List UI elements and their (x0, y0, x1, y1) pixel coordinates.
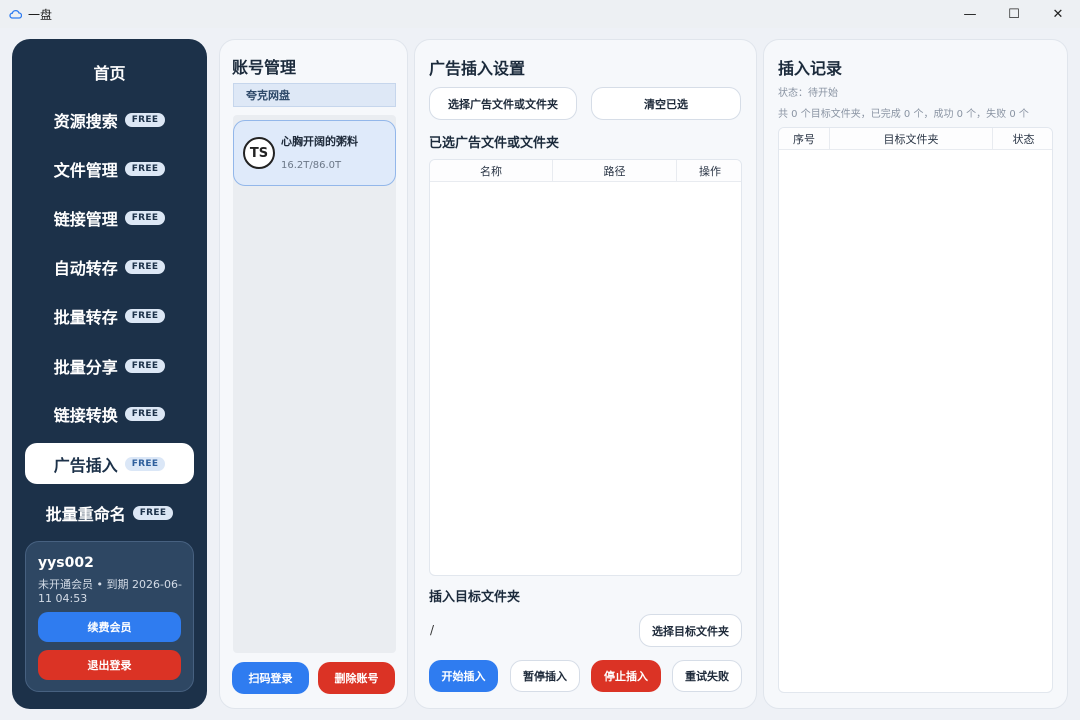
nav-resource-search[interactable]: 资源搜索 FREE (25, 99, 194, 140)
nav-batch-transfer[interactable]: 批量转存 FREE (25, 295, 194, 336)
selected-files-table: 名称 路径 操作 (429, 159, 742, 576)
column-path[interactable]: 路径 (553, 160, 677, 182)
nav-home-label: 首页 (93, 63, 126, 83)
free-badge: FREE (124, 406, 166, 421)
account-card[interactable]: TS 心胸开阔的粥料 16.2T/86.0T (233, 120, 396, 186)
start-insert-button[interactable]: 开始插入 (429, 660, 498, 692)
user-card: yys002 未开通会员 • 到期 2026-06-11 04:53 续费会员 … (25, 541, 194, 692)
title-bar: 一盘 — ☐ ✕ (0, 0, 1080, 28)
storage-usage: 16.2T/86.0T (281, 160, 342, 171)
column-action[interactable]: 操作 (677, 160, 741, 182)
delete-account-button[interactable]: 删除账号 (318, 662, 395, 694)
nav-label: 批量重命名 (45, 504, 126, 524)
column-target-folder[interactable]: 目标文件夹 (830, 128, 993, 150)
nav-link-management[interactable]: 链接管理 FREE (25, 197, 194, 238)
free-badge: FREE (124, 210, 166, 225)
account-panel-title: 账号管理 (232, 58, 297, 77)
nav-label: 链接转换 (53, 405, 118, 425)
column-index[interactable]: 序号 (779, 128, 830, 150)
minimize-button[interactable]: — (948, 0, 992, 28)
retry-failed-button[interactable]: 重试失败 (672, 660, 742, 692)
window-title: 一盘 (28, 7, 53, 22)
nav-ad-insert[interactable]: 广告插入 FREE (25, 443, 194, 484)
stop-insert-button[interactable]: 停止插入 (591, 660, 661, 692)
table-header: 序号 目标文件夹 状态 (779, 128, 1052, 150)
nav-batch-share[interactable]: 批量分享 FREE (25, 345, 194, 386)
logout-button[interactable]: 退出登录 (38, 650, 181, 680)
maximize-button[interactable]: ☐ (992, 0, 1036, 28)
column-name[interactable]: 名称 (430, 160, 553, 182)
membership-info: 未开通会员 • 到期 2026-06-11 04:53 (38, 578, 182, 605)
table-header: 名称 路径 操作 (430, 160, 741, 182)
column-status[interactable]: 状态 (993, 128, 1052, 150)
free-badge: FREE (124, 308, 166, 323)
sidebar: 首页 资源搜索 FREE 文件管理 FREE 链接管理 FREE 自动转存 FR… (12, 39, 207, 709)
insert-log-title: 插入记录 (778, 59, 843, 78)
renew-membership-button[interactable]: 续费会员 (38, 612, 181, 642)
target-folder-path: / (430, 623, 435, 637)
cloud-icon (9, 8, 22, 21)
free-badge: FREE (124, 259, 166, 274)
nav-home[interactable]: 首页 (25, 51, 194, 92)
free-badge: FREE (132, 505, 174, 520)
selected-files-heading: 已选广告文件或文件夹 (429, 136, 560, 151)
nav-label: 链接管理 (53, 209, 118, 229)
user-name: yys002 (38, 555, 94, 571)
insert-log-panel: 插入记录 状态：待开始 共 0 个目标文件夹，已完成 0 个，成功 0 个，失败… (763, 39, 1068, 709)
nav-label: 批量分享 (53, 357, 118, 377)
close-button[interactable]: ✕ (1036, 0, 1080, 28)
insert-log-table: 序号 目标文件夹 状态 (778, 127, 1053, 693)
nav-label: 自动转存 (53, 258, 118, 278)
nav-link-convert[interactable]: 链接转换 FREE (25, 393, 194, 434)
free-badge: FREE (124, 112, 166, 127)
nav-batch-rename[interactable]: 批量重命名 FREE (25, 492, 194, 533)
account-panel: 账号管理 夸克网盘 TS 心胸开阔的粥料 16.2T/86.0T 扫码登录 删除… (219, 39, 408, 709)
scan-login-button[interactable]: 扫码登录 (232, 662, 309, 694)
nav-label: 资源搜索 (53, 111, 118, 131)
select-target-folder-button[interactable]: 选择目标文件夹 (639, 614, 742, 647)
free-badge: FREE (124, 358, 166, 373)
nav-file-management[interactable]: 文件管理 FREE (25, 148, 194, 189)
account-list: TS 心胸开阔的粥料 16.2T/86.0T (233, 115, 396, 653)
insert-summary: 共 0 个目标文件夹，已完成 0 个，成功 0 个，失败 0 个 (778, 109, 1029, 120)
nav-label: 广告插入 (53, 455, 118, 475)
select-ad-files-button[interactable]: 选择广告文件或文件夹 (429, 87, 577, 120)
tab-quark-drive[interactable]: 夸克网盘 (233, 83, 396, 107)
free-badge: FREE (124, 456, 166, 471)
clear-selected-button[interactable]: 清空已选 (591, 87, 741, 120)
nav-label: 文件管理 (53, 160, 118, 180)
ad-settings-panel: 广告插入设置 选择广告文件或文件夹 清空已选 已选广告文件或文件夹 名称 路径 … (414, 39, 757, 709)
nav-auto-transfer[interactable]: 自动转存 FREE (25, 246, 194, 287)
account-name: 心胸开阔的粥料 (281, 135, 358, 148)
target-folder-heading: 插入目标文件夹 (429, 590, 521, 605)
nav-label: 批量转存 (53, 307, 118, 327)
insert-status: 状态：待开始 (778, 88, 838, 99)
free-badge: FREE (124, 161, 166, 176)
ad-settings-title: 广告插入设置 (429, 59, 526, 78)
pause-insert-button[interactable]: 暂停插入 (510, 660, 580, 692)
avatar: TS (243, 137, 275, 169)
